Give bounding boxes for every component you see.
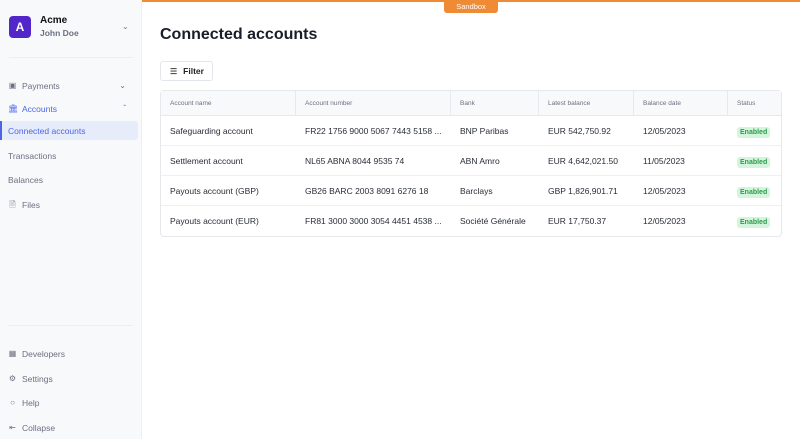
sidebar-item-label: Accounts bbox=[22, 103, 57, 114]
table-cell: GB26 BARC 2003 8091 6276 18 bbox=[296, 176, 451, 206]
status-badge: Enabled bbox=[737, 156, 771, 168]
sidebar-item-label: Collapse bbox=[22, 422, 56, 433]
sidebar-item-accounts[interactable]: 🏛 Accounts ˆ bbox=[0, 99, 138, 118]
sidebar-item-label: Settings bbox=[22, 373, 53, 384]
table-cell: Enabled bbox=[728, 206, 781, 236]
bank-icon: 🏛 bbox=[8, 104, 19, 113]
table-cell: Payouts account (EUR) bbox=[170, 216, 259, 226]
table-cell: Payouts account (GBP) bbox=[161, 176, 296, 206]
column-header[interactable]: Account name bbox=[161, 91, 296, 116]
table-row[interactable]: Safeguarding account FR22 1756 9000 5067 … bbox=[161, 116, 781, 146]
table-cell: GBP 1,826,901.71 bbox=[539, 176, 634, 206]
sidebar-item-transactions[interactable]: Transactions bbox=[0, 146, 138, 165]
page-title: Connected accounts bbox=[160, 26, 318, 43]
sidebar-item-label: Connected accounts bbox=[8, 125, 86, 136]
table-cell: Société Générale bbox=[460, 216, 526, 226]
wallet-icon: ▣ bbox=[8, 81, 17, 90]
table-cell: 12/05/2023 bbox=[634, 176, 728, 206]
column-header[interactable]: Balance date bbox=[634, 91, 728, 116]
table-row[interactable]: Payouts account (EUR) FR81 3000 3000 3054… bbox=[161, 206, 781, 236]
collapse-icon: ⇤ bbox=[9, 423, 16, 432]
table-cell: FR81 3000 3000 3054 4451 4538 ... bbox=[305, 216, 442, 226]
column-header[interactable]: Account number bbox=[296, 91, 451, 116]
sidebar-item-label: Payments bbox=[22, 80, 60, 91]
filter-icon: ☰ bbox=[170, 66, 178, 76]
table-cell: Enabled bbox=[728, 116, 781, 146]
table-cell: EUR 17,750.37 bbox=[548, 216, 607, 226]
sidebar-item-files[interactable]: 🗎 Files bbox=[0, 195, 138, 214]
sidebar-item-label: Transactions bbox=[8, 150, 57, 161]
sidebar-item-connected-accounts[interactable]: Connected accounts bbox=[0, 121, 138, 140]
sidebar-item-payments[interactable]: ▣ Payments ⌄ bbox=[0, 76, 138, 95]
table-cell: EUR 4,642,021.50 bbox=[539, 146, 634, 176]
table-cell: 12/05/2023 bbox=[643, 216, 686, 226]
column-header[interactable]: Status bbox=[728, 91, 781, 116]
code-icon: ▦ bbox=[8, 349, 17, 358]
org-name: Acme bbox=[40, 15, 68, 26]
accounts-table: Account name Account number Bank Latest … bbox=[160, 90, 782, 237]
table-cell: Enabled bbox=[728, 176, 781, 206]
sidebar-item-label: Balances bbox=[8, 174, 43, 185]
table-cell: BNP Paribas bbox=[451, 116, 539, 146]
chevron-down-icon[interactable]: ⌄ bbox=[122, 22, 129, 31]
table-cell: Safeguarding account bbox=[161, 116, 296, 146]
table-cell: FR22 1756 9000 5067 7443 5158 ... bbox=[296, 116, 451, 146]
sidebar-item-help[interactable]: ○ Help bbox=[0, 393, 138, 412]
user-name: John Doe bbox=[40, 28, 79, 38]
sandbox-badge: Sandbox bbox=[444, 0, 498, 13]
sidebar-item-label: Files bbox=[22, 199, 40, 210]
sidebar-item-balances[interactable]: Balances bbox=[0, 170, 138, 189]
sidebar: A Acme John Doe ⌄ ▣ Payments ⌄ 🏛 Accounts ˆ … bbox=[0, 0, 142, 439]
table-row[interactable]: Settlement account NL65 ABNA 8044 9535 74… bbox=[161, 146, 781, 176]
avatar: A bbox=[9, 15, 31, 38]
chevron-down-icon: ⌄ bbox=[119, 81, 126, 90]
filter-label: Filter bbox=[183, 66, 204, 76]
table-cell: Enabled bbox=[728, 146, 781, 176]
chevron-up-icon: ˆ bbox=[123, 104, 126, 113]
table-cell: Barclays bbox=[451, 176, 539, 206]
sidebar-item-settings[interactable]: ⚙ Settings bbox=[0, 369, 138, 388]
table-cell: ABN Amro bbox=[451, 146, 539, 176]
divider bbox=[9, 57, 133, 58]
status-badge: Enabled bbox=[737, 186, 771, 198]
sidebar-item-label: Developers bbox=[22, 348, 65, 359]
chat-bubble-icon: ○ bbox=[10, 398, 15, 407]
table-row[interactable]: Payouts account (GBP) GB26 BARC 2003 8091… bbox=[161, 176, 781, 206]
column-header[interactable]: Latest balance bbox=[539, 91, 634, 116]
table-cell: EUR 542,750.92 bbox=[539, 116, 634, 146]
sidebar-item-label: Help bbox=[22, 397, 40, 408]
table-cell: 12/05/2023 bbox=[634, 116, 728, 146]
status-badge: Enabled bbox=[737, 126, 771, 138]
table-cell: Settlement account bbox=[161, 146, 296, 176]
table-cell: NL65 ABNA 8044 9535 74 bbox=[296, 146, 451, 176]
org-switcher[interactable]: A Acme John Doe bbox=[9, 15, 79, 38]
sidebar-item-developers[interactable]: ▦ Developers bbox=[0, 344, 138, 363]
file-icon: 🗎 bbox=[9, 200, 16, 209]
sidebar-item-collapse[interactable]: ⇤ Collapse bbox=[0, 418, 138, 437]
divider bbox=[9, 325, 133, 326]
column-header[interactable]: Bank bbox=[451, 91, 539, 116]
gear-icon: ⚙ bbox=[8, 374, 17, 383]
filter-button[interactable]: ☰ Filter bbox=[160, 61, 213, 81]
table-cell: 11/05/2023 bbox=[634, 146, 728, 176]
status-badge: Enabled bbox=[737, 217, 771, 228]
